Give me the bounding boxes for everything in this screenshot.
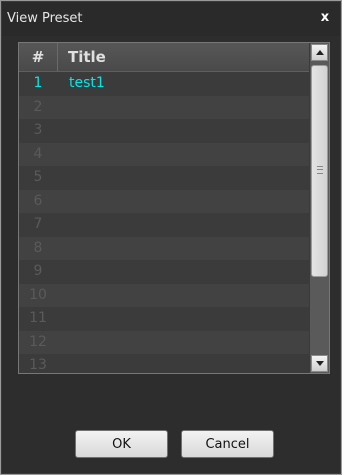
table-row[interactable]: 5 [19,166,309,190]
table-row[interactable]: 12 [19,330,309,354]
column-divider[interactable] [57,43,58,71]
vertical-scrollbar[interactable] [310,43,329,373]
row-number: 1 [33,75,43,91]
scrollbar-thumb[interactable] [311,65,328,277]
window-title: View Preset [7,11,83,26]
close-icon[interactable]: x [316,8,334,28]
cancel-button[interactable]: Cancel [181,430,274,458]
row-number: 11 [29,310,47,326]
arrow-up-icon [316,50,324,55]
row-number: 3 [33,122,43,138]
table-header: # Title [19,43,309,72]
scroll-up-button[interactable] [311,44,328,61]
table-row[interactable]: 8 [19,236,309,260]
row-number: 7 [33,216,43,232]
row-title: test1 [69,75,105,91]
table-row[interactable]: 2 [19,95,309,119]
table-row[interactable]: 7 [19,213,309,237]
grip-icon [317,166,323,174]
table-row[interactable]: 13 [19,354,309,373]
row-number: 2 [33,98,43,115]
view-preset-dialog: View Preset x # Title 1 test1 2 3 4 5 6 … [0,0,342,475]
table-row[interactable]: 11 [19,307,309,331]
table-body: 1 test1 2 3 4 5 6 7 8 9 10 11 12 13 [19,72,309,373]
row-number: 8 [33,239,43,256]
row-number: 12 [29,333,47,350]
column-header-number[interactable]: # [19,43,57,71]
row-number: 4 [33,145,43,162]
row-number: 5 [33,169,43,185]
row-number: 10 [29,286,47,303]
table-row[interactable]: 9 [19,260,309,284]
ok-button[interactable]: OK [75,430,168,458]
table-row[interactable]: 1 test1 [19,72,309,96]
arrow-down-icon [316,361,324,366]
row-number: 6 [33,192,43,209]
scroll-down-button[interactable] [311,355,328,372]
title-bar[interactable]: View Preset x [2,2,340,36]
table-row[interactable]: 6 [19,189,309,213]
row-number: 13 [29,357,47,373]
table-row[interactable]: 3 [19,119,309,143]
preset-list[interactable]: # Title 1 test1 2 3 4 5 6 7 8 9 10 11 12… [18,42,330,374]
column-header-title[interactable]: Title [68,43,106,71]
table-row[interactable]: 10 [19,283,309,307]
table-row[interactable]: 4 [19,142,309,166]
row-number: 9 [33,263,43,279]
